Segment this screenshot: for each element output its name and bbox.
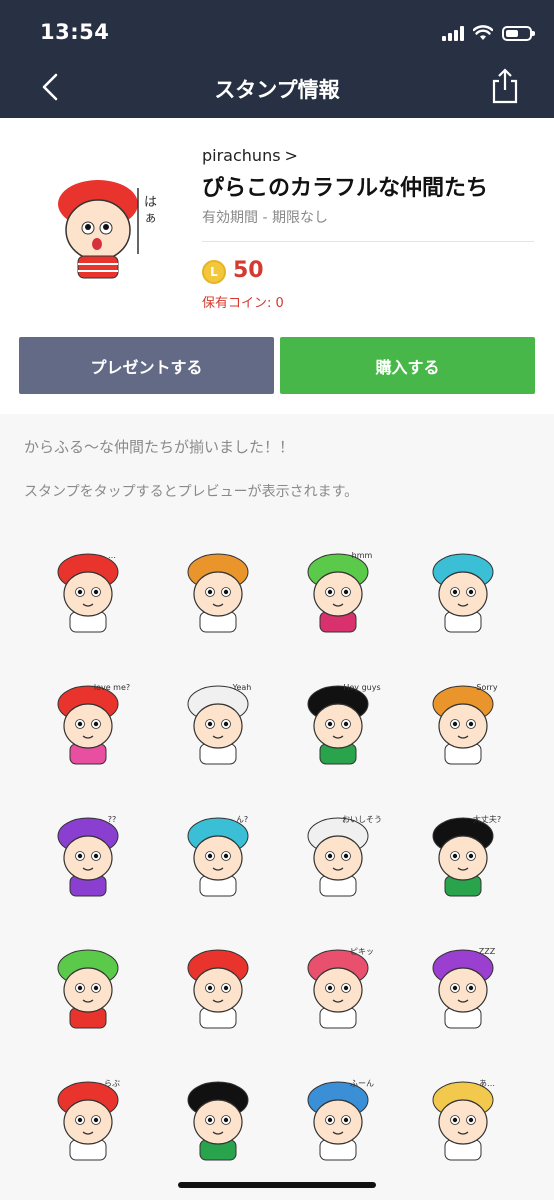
- sticker-caption: …: [108, 551, 116, 560]
- sticker-caption: Hey guys: [343, 683, 380, 692]
- sticker-thumbnail[interactable]: ピキッ: [290, 934, 390, 1034]
- sticker-caption: love me?: [94, 683, 130, 692]
- sticker-thumbnail[interactable]: [415, 538, 515, 638]
- sticker-caption: 大丈夫?: [473, 814, 501, 824]
- sticker-thumbnail[interactable]: Yeah: [170, 670, 270, 770]
- line-coin-icon: L: [202, 260, 226, 284]
- author-link[interactable]: pirachuns >: [202, 146, 298, 165]
- sticker-description: からふる〜な仲間たちが揃いました！！: [24, 438, 295, 456]
- sticker-title: ぴらこのカラフルな仲間たち: [202, 176, 489, 201]
- sticker-caption: ふーん: [350, 1079, 374, 1088]
- sticker-caption: hmm: [352, 551, 373, 560]
- sticker-caption: らぶ: [104, 1079, 120, 1088]
- sticker-caption: Yeah: [232, 683, 252, 692]
- sticker-caption: あ…: [479, 1079, 495, 1088]
- author-name: pirachuns: [202, 146, 281, 165]
- status-icons: [442, 22, 535, 44]
- buy-button[interactable]: 購入する: [280, 337, 535, 394]
- navigation-bar: 13:54 スタンプ情報: [0, 0, 554, 118]
- sticker-caption: ??: [108, 815, 117, 824]
- sticker-thumbnail[interactable]: らぶ: [40, 1066, 140, 1166]
- chevron-right-icon: >: [284, 146, 298, 165]
- sticker-thumbnail[interactable]: あ…: [415, 1066, 515, 1166]
- sticker-thumbnail[interactable]: [170, 934, 270, 1034]
- main-sticker-image: は ぁ: [58, 180, 157, 279]
- sticker-thumbnail[interactable]: Hey guys: [290, 670, 390, 770]
- svg-text:ぁ: ぁ: [144, 211, 157, 226]
- sticker-caption: ZZZ: [479, 947, 496, 956]
- wifi-icon: [473, 25, 493, 40]
- sticker-caption: おいしそう: [342, 815, 382, 824]
- sticker-thumbnail[interactable]: love me?: [40, 670, 140, 770]
- battery-icon: [502, 25, 535, 41]
- sticker-caption: ん?: [236, 815, 248, 824]
- sticker-thumbnail[interactable]: Sorry: [415, 670, 515, 770]
- sticker-thumbnail[interactable]: [40, 934, 140, 1034]
- sticker-thumbnail[interactable]: ZZZ: [415, 934, 515, 1034]
- divider: [202, 241, 534, 242]
- svg-text:は: は: [144, 195, 157, 210]
- home-indicator: [178, 1182, 376, 1188]
- sticker-caption: Sorry: [476, 683, 497, 692]
- sticker-thumbnail[interactable]: hmm: [290, 538, 390, 638]
- page-title: スタンプ情報: [214, 78, 340, 102]
- sticker-caption: ピキッ: [350, 947, 374, 956]
- sticker-thumbnail[interactable]: [170, 1066, 270, 1166]
- sticker-thumbnail[interactable]: [170, 538, 270, 638]
- sticker-thumbnail[interactable]: …: [40, 538, 140, 638]
- cellular-signal-icon: [442, 25, 464, 41]
- sticker-thumbnail[interactable]: ??: [40, 802, 140, 902]
- validity-period: 有効期間 - 期限なし: [202, 210, 328, 226]
- sticker-info-panel: は ぁ pirachuns > ぴらこのカラフルな仲間たち 有効期間 - 期限なし…: [0, 118, 554, 414]
- price: 50: [233, 258, 264, 283]
- owned-coins: 保有コイン: 0: [202, 296, 284, 311]
- status-time: 13:54: [40, 20, 110, 44]
- sticker-thumbnail[interactable]: 大丈夫?: [415, 802, 515, 902]
- preview-hint: スタンプをタップするとプレビューが表示されます。: [24, 484, 359, 500]
- share-icon[interactable]: [490, 68, 520, 104]
- sticker-thumbnail[interactable]: ふーん: [290, 1066, 390, 1166]
- gift-button[interactable]: プレゼントする: [19, 337, 274, 394]
- sticker-thumbnail[interactable]: ん?: [170, 802, 270, 902]
- sticker-thumbnail[interactable]: おいしそう: [290, 802, 390, 902]
